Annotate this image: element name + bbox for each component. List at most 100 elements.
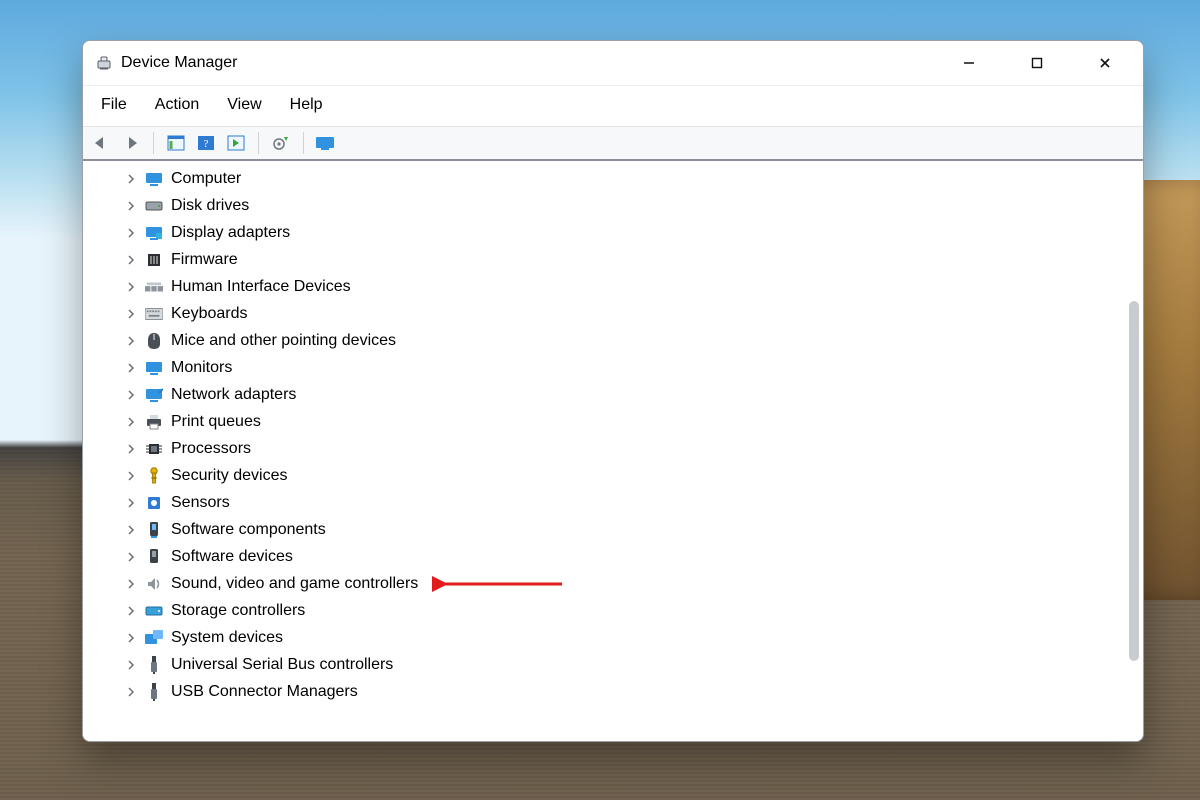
chevron-right-icon[interactable]	[125, 308, 137, 320]
sensors-icon	[145, 494, 163, 512]
chevron-right-icon[interactable]	[125, 632, 137, 644]
tree-item-label: Keyboards	[171, 305, 248, 323]
tree-item[interactable]: Network adapters	[83, 381, 1125, 408]
tree-item-label: Computer	[171, 170, 241, 188]
chevron-right-icon[interactable]	[125, 227, 137, 239]
chevron-right-icon[interactable]	[125, 551, 137, 563]
tree-item[interactable]: Display adapters	[83, 219, 1125, 246]
cpu-icon	[145, 440, 163, 458]
tree-item-label: Sound, video and game controllers	[171, 575, 418, 593]
tree-item[interactable]: Software devices	[83, 543, 1125, 570]
chevron-right-icon[interactable]	[125, 173, 137, 185]
tree-item-label: USB Connector Managers	[171, 683, 358, 701]
tree-item[interactable]: Human Interface Devices	[83, 273, 1125, 300]
chevron-right-icon[interactable]	[125, 362, 137, 374]
device-tree-container: Computer Disk drives Display adapters Firmw…	[83, 161, 1143, 741]
toolbar-forward-button[interactable]	[119, 131, 143, 155]
tree-item[interactable]: USB Connector Managers	[83, 678, 1125, 705]
titlebar[interactable]: Device Manager	[83, 41, 1143, 86]
menu-help[interactable]: Help	[280, 92, 333, 118]
menu-view[interactable]: View	[217, 92, 271, 118]
tree-item[interactable]: Computer	[83, 165, 1125, 192]
tree-item-label: Software devices	[171, 548, 293, 566]
chevron-right-icon[interactable]	[125, 470, 137, 482]
toolbar-back-button[interactable]	[89, 131, 113, 155]
system-icon	[145, 629, 163, 647]
tree-item-label: Human Interface Devices	[171, 278, 351, 296]
toolbar-separator	[153, 132, 154, 154]
menu-action[interactable]: Action	[145, 92, 209, 118]
toolbar-update-driver-button[interactable]	[269, 131, 293, 155]
tree-item-label: Universal Serial Bus controllers	[171, 656, 393, 674]
monitor-icon	[145, 170, 163, 188]
tree-item[interactable]: Software components	[83, 516, 1125, 543]
chevron-right-icon[interactable]	[125, 578, 137, 590]
toolbar-help-button[interactable]: ?	[194, 131, 218, 155]
chevron-right-icon[interactable]	[125, 686, 137, 698]
tree-item-label: Software components	[171, 521, 326, 539]
svg-text:?: ?	[204, 138, 209, 150]
tree-item-label: Firmware	[171, 251, 238, 269]
usb-icon	[145, 656, 163, 674]
menubar: File Action View Help	[83, 86, 1143, 127]
tree-item-label: Monitors	[171, 359, 232, 377]
menu-file[interactable]: File	[91, 92, 137, 118]
tree-item[interactable]: System devices	[83, 624, 1125, 651]
tree-item-label: Sensors	[171, 494, 230, 512]
tree-item[interactable]: Storage controllers	[83, 597, 1125, 624]
chevron-right-icon[interactable]	[125, 524, 137, 536]
tree-item[interactable]: Mice and other pointing devices	[83, 327, 1125, 354]
sw-comp-icon	[145, 521, 163, 539]
scrollbar-thumb[interactable]	[1129, 301, 1139, 661]
chevron-right-icon[interactable]	[125, 443, 137, 455]
network-icon	[145, 386, 163, 404]
tree-item[interactable]: Disk drives	[83, 192, 1125, 219]
usb-icon	[145, 683, 163, 701]
chevron-right-icon[interactable]	[125, 389, 137, 401]
tree-item-label: Disk drives	[171, 197, 249, 215]
hid-icon	[145, 278, 163, 296]
tree-item[interactable]: Monitors	[83, 354, 1125, 381]
toolbar-scan-button[interactable]	[224, 131, 248, 155]
tree-item-label: Network adapters	[171, 386, 296, 404]
maximize-button[interactable]	[1015, 47, 1059, 79]
chevron-right-icon[interactable]	[125, 254, 137, 266]
tree-item[interactable]: Sound, video and game controllers	[83, 570, 1125, 597]
chevron-right-icon[interactable]	[125, 416, 137, 428]
keyboard-icon	[145, 305, 163, 323]
tree-item[interactable]: Processors	[83, 435, 1125, 462]
tree-item-label: Print queues	[171, 413, 261, 431]
tree-item-label: Mice and other pointing devices	[171, 332, 396, 350]
chevron-right-icon[interactable]	[125, 200, 137, 212]
tree-item[interactable]: Firmware	[83, 246, 1125, 273]
printer-icon	[145, 413, 163, 431]
chevron-right-icon[interactable]	[125, 659, 137, 671]
tree-item[interactable]: Security devices	[83, 462, 1125, 489]
tree-item[interactable]: Universal Serial Bus controllers	[83, 651, 1125, 678]
chevron-right-icon[interactable]	[125, 497, 137, 509]
toolbar-properties-button[interactable]	[164, 131, 188, 155]
app-icon	[95, 54, 113, 72]
window-controls	[947, 47, 1137, 79]
tree-item-label: Security devices	[171, 467, 288, 485]
tree-item-label: System devices	[171, 629, 283, 647]
toolbar: ?	[83, 127, 1143, 161]
sound-icon	[145, 575, 163, 593]
chevron-right-icon[interactable]	[125, 335, 137, 347]
close-button[interactable]	[1083, 47, 1127, 79]
disk-icon	[145, 197, 163, 215]
tree-item[interactable]: Print queues	[83, 408, 1125, 435]
sw-dev-icon	[145, 548, 163, 566]
tree-item-label: Processors	[171, 440, 251, 458]
tree-item[interactable]: Sensors	[83, 489, 1125, 516]
desktop-wallpaper: Device Manager File Action View Help	[0, 0, 1200, 800]
device-manager-window: Device Manager File Action View Help	[82, 40, 1144, 742]
minimize-button[interactable]	[947, 47, 991, 79]
toolbar-remote-button[interactable]	[314, 131, 338, 155]
chevron-right-icon[interactable]	[125, 281, 137, 293]
mouse-icon	[145, 332, 163, 350]
chevron-right-icon[interactable]	[125, 605, 137, 617]
tree-item[interactable]: Keyboards	[83, 300, 1125, 327]
device-tree[interactable]: Computer Disk drives Display adapters Firmw…	[83, 161, 1125, 741]
window-title: Device Manager	[121, 54, 238, 72]
